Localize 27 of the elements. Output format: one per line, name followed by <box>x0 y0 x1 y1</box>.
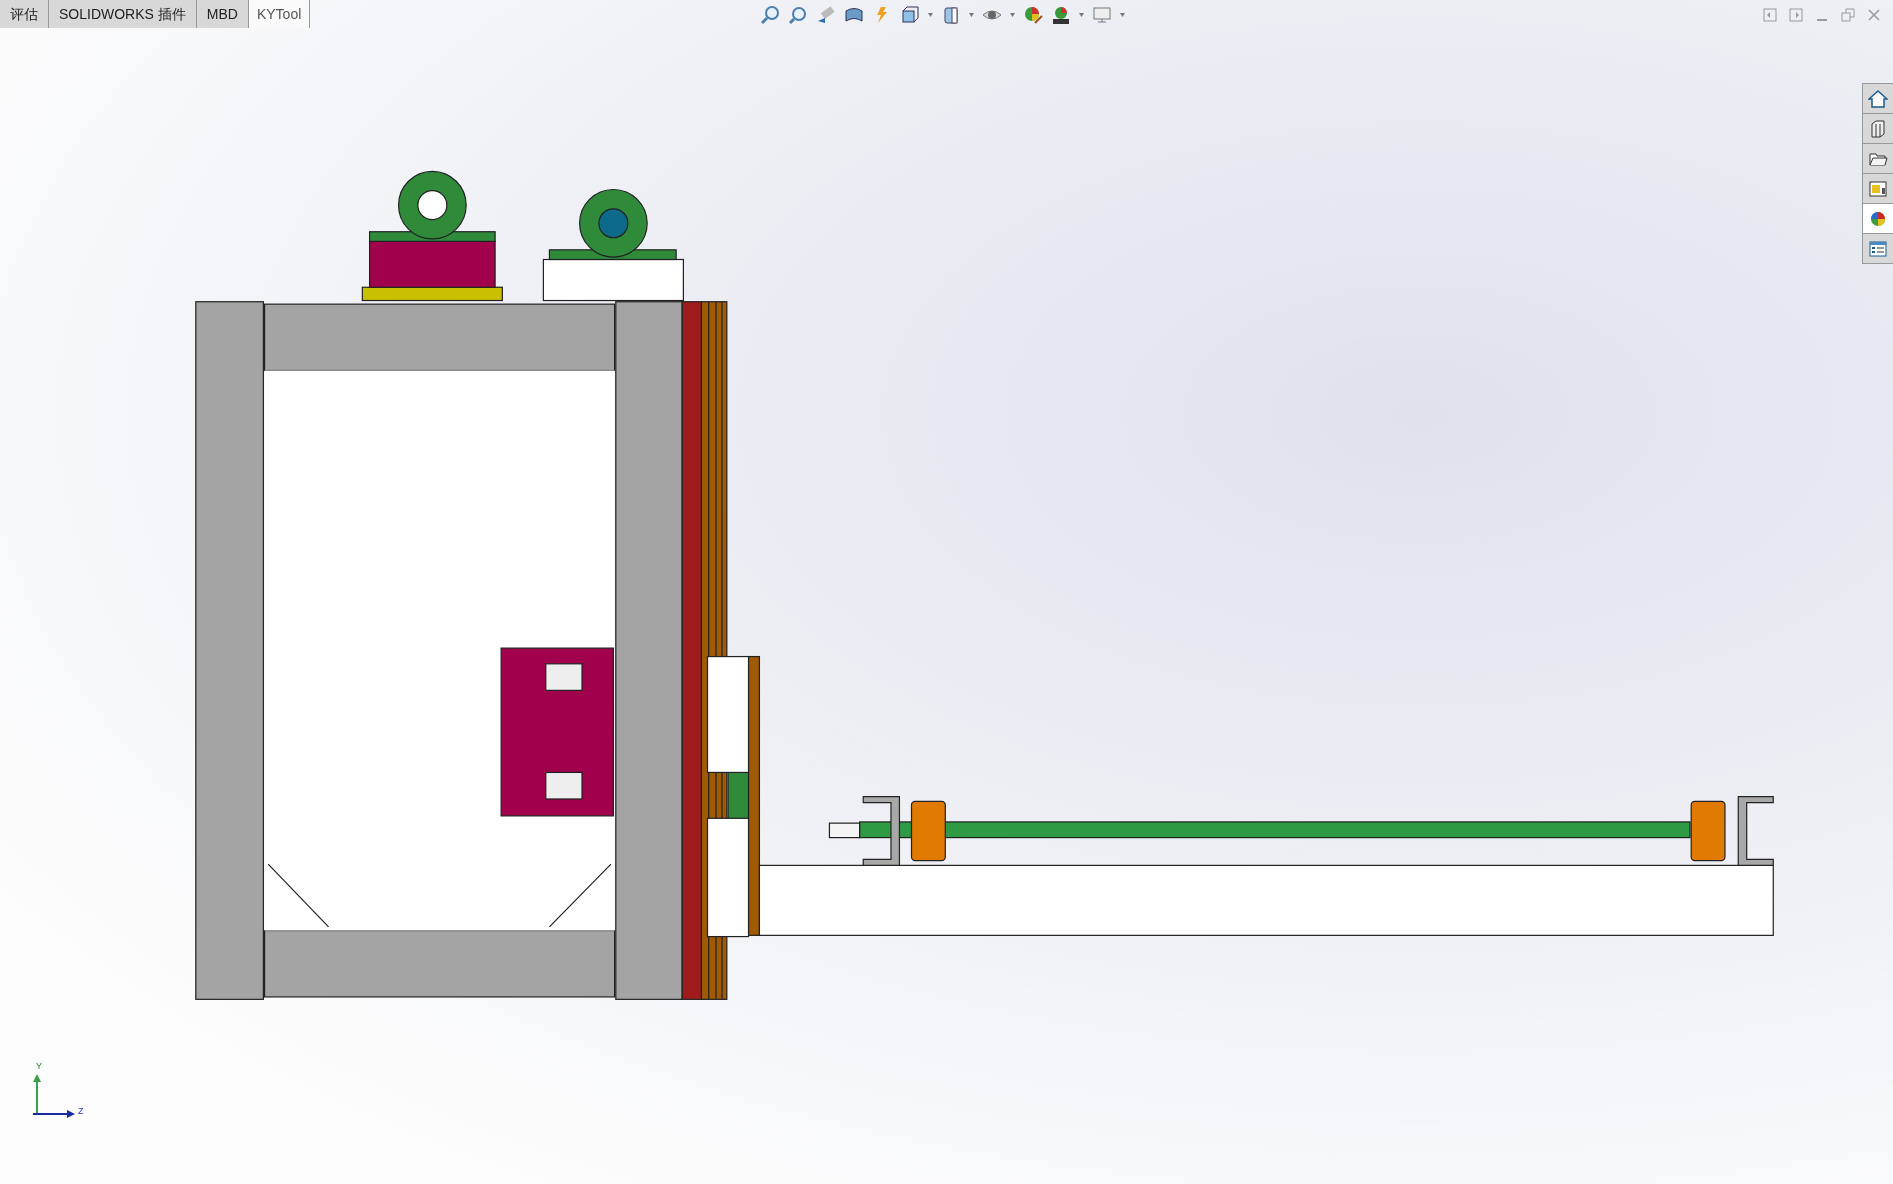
z-axis-label: Z <box>78 1107 84 1116</box>
task-pane-tab[interactable] <box>1863 144 1893 174</box>
ribbon-tab[interactable]: MBD <box>196 0 249 28</box>
task-pane-tab[interactable] <box>1863 234 1893 264</box>
caret-icon[interactable] <box>1120 13 1125 17</box>
caret-icon[interactable] <box>1079 13 1084 17</box>
ribbon-tab[interactable]: 评估 <box>0 0 49 28</box>
z-axis-arrow <box>33 1110 75 1118</box>
task-pane-tab[interactable] <box>1863 174 1893 204</box>
tile-right-icon[interactable] <box>1789 8 1803 22</box>
task-pane-tab[interactable] <box>1863 114 1893 144</box>
close-icon[interactable] <box>1867 8 1881 22</box>
ribbon-tab[interactable]: KYTool <box>248 0 311 28</box>
ribbon-tab[interactable]: SOLIDWORKS 插件 <box>49 0 197 28</box>
task-pane-tab[interactable] <box>1863 84 1893 114</box>
parts-icon <box>1868 118 1888 139</box>
home-icon <box>1868 88 1888 109</box>
tile-left-icon[interactable] <box>1763 8 1777 22</box>
caret-icon[interactable] <box>1010 13 1015 17</box>
task-pane-tab[interactable] <box>1863 204 1893 234</box>
properties-icon <box>1868 238 1888 259</box>
y-axis-label: Y <box>36 1062 42 1071</box>
zoom-to-area-icon[interactable] <box>788 5 808 25</box>
zoom-to-fit-icon[interactable] <box>760 5 780 25</box>
caret-icon[interactable] <box>969 13 974 17</box>
y-axis-arrow <box>33 1074 41 1114</box>
caret-icon[interactable] <box>928 13 933 17</box>
